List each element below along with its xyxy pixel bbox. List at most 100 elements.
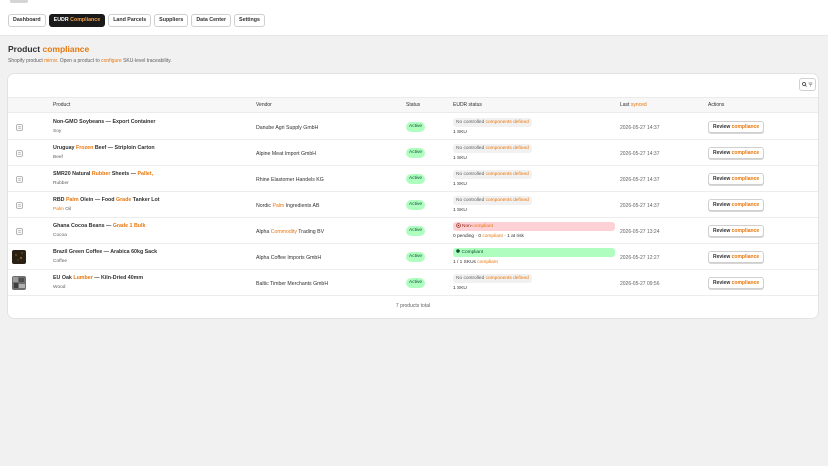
products-total: 7 products total	[395, 303, 431, 309]
check-dot-icon	[456, 249, 460, 253]
tab-dashboard[interactable]: Dashboard	[8, 14, 46, 27]
review-compliance-button[interactable]: Review compliance	[708, 251, 765, 263]
tab-suppliers[interactable]: Suppliers	[154, 14, 189, 27]
product-name[interactable]: Ghana Cocoa Beans — Grade 1 Bulk	[53, 223, 145, 229]
last-synced: 2026-05-27 14:37	[620, 151, 660, 157]
table-row[interactable]: Ghana Cocoa Beans — Grade 1 Bulk Cocoa A…	[8, 218, 818, 244]
table-row[interactable]: Brazil Green Coffee — Arabica 60kg Sack …	[8, 244, 818, 270]
review-compliance-button[interactable]: Review compliance	[708, 199, 765, 211]
product-image-coffee	[12, 250, 26, 264]
status-badge: Active	[406, 174, 426, 184]
product-name[interactable]: Non-GMO Soybeans — Export Container	[53, 119, 155, 125]
sku-count: 1 SKU	[453, 156, 467, 161]
category-highlight: Palm	[53, 207, 64, 212]
header-actions: Actions	[708, 102, 725, 108]
tab-settings[interactable]: Settings	[234, 14, 265, 27]
page-subtitle: Shopify product mirror. Open a product t…	[8, 58, 172, 64]
review-compliance-button[interactable]: Review compliance	[708, 225, 765, 237]
product-name[interactable]: EU Oak Lumber — Kiln-Dried 40mm	[53, 275, 143, 281]
product-image-lumber	[12, 276, 26, 290]
button-highlight: compliance	[731, 228, 760, 234]
tab-land-parcels[interactable]: Land Parcels	[108, 14, 152, 27]
button-text: Review	[713, 150, 732, 156]
subtitle-mirror: mirror	[44, 58, 57, 64]
pill-highlight: components defined	[485, 172, 529, 177]
eudr-status-pill: Non-compliant	[453, 222, 615, 231]
eudr-status-pill: No controlled components defined	[453, 144, 532, 153]
product-name-text: Uruguay	[53, 145, 76, 151]
subtitle-text: Shopify product	[8, 58, 45, 64]
table-row[interactable]: Non-GMO Soybeans — Export Container Soy …	[8, 114, 818, 140]
vendor-name: Rhine Elastomer Handels KG	[256, 177, 324, 183]
product-name-text: Sheets —	[110, 171, 138, 177]
product-name[interactable]: RBD Palm Olein — Food Grade Tanker Lot	[53, 197, 159, 203]
header-product[interactable]: Product	[53, 102, 70, 108]
page-title-highlight: compliance	[42, 44, 90, 54]
pill-text: No controlled	[456, 198, 486, 203]
header-status[interactable]: Status	[406, 102, 420, 108]
button-highlight: compliance	[731, 254, 760, 260]
product-name-text: Tanker Lot	[131, 197, 160, 203]
vendor-name: Alpine Meat Import GmbH	[256, 151, 316, 157]
table-row[interactable]: SMR20 Natural Rubber Sheets — Pallet, Ru…	[8, 166, 818, 192]
product-name-text: Non-GMO Soybeans — Export Container	[53, 119, 156, 125]
header-eudr-status[interactable]: EUDR status	[453, 102, 482, 108]
subtitle-text: SKU-level traceability.	[121, 58, 172, 64]
vendor-text: Trading BV	[296, 229, 325, 235]
last-synced: 2026-05-27 14:37	[620, 125, 660, 131]
last-synced: 2026-05-27 14:37	[620, 203, 660, 209]
product-name[interactable]: Brazil Green Coffee — Arabica 60kg Sack	[53, 249, 157, 255]
status-badge: Active	[406, 252, 426, 262]
summary-highlight: compliant	[482, 234, 503, 239]
product-name-text: SMR20 Natural	[53, 171, 92, 177]
table-row[interactable]: Uruguay Frozen Beef — Striploin Carton B…	[8, 140, 818, 166]
product-name-text: — Kiln-Dried 40mm	[92, 275, 144, 281]
status-badge: Active	[406, 148, 426, 158]
status-badge: Active	[406, 200, 426, 210]
review-compliance-button[interactable]: Review compliance	[708, 121, 765, 133]
table-row[interactable]: RBD Palm Olein — Food Grade Tanker Lot P…	[8, 192, 818, 218]
page-title-text: Product	[8, 44, 43, 54]
top-navigation: Dashboard EUDR Compliance Land Parcels S…	[0, 0, 828, 36]
tab-eudr-compliance[interactable]: EUDR Compliance	[48, 14, 106, 27]
vendor-name: Nordic Palm Ingredients AB	[256, 203, 319, 209]
last-synced: 2026-05-27 09:56	[620, 281, 660, 287]
product-name-highlight: Rubber	[91, 171, 111, 177]
button-text: Review	[713, 280, 732, 286]
button-text: Review	[713, 228, 732, 234]
tab-data-center[interactable]: Data Center	[191, 14, 232, 27]
table-header: Product Vendor Status EUDR status Last s…	[8, 97, 818, 113]
product-name-text: Beef — Striploin Carton	[93, 145, 155, 151]
vendor-highlight: Commodity	[270, 229, 297, 235]
button-highlight: compliance	[731, 202, 760, 208]
search-filter-button[interactable]	[799, 78, 816, 91]
header-last-synced[interactable]: Last synced	[620, 102, 647, 108]
product-name-text: Olein — Food	[78, 197, 116, 203]
table-row[interactable]: EU Oak Lumber — Kiln-Dried 40mm Wood Bal…	[8, 270, 818, 296]
review-compliance-button[interactable]: Review compliance	[708, 147, 765, 159]
product-name[interactable]: SMR20 Natural Rubber Sheets — Pallet,	[53, 171, 153, 177]
image-placeholder-icon	[12, 172, 26, 186]
vendor-highlight: Palm	[272, 203, 285, 209]
pill-text: Compliant	[461, 250, 484, 255]
review-compliance-button[interactable]: Review compliance	[708, 173, 765, 185]
eudr-status-pill: No controlled components defined	[453, 274, 532, 283]
product-category: Coffee	[53, 259, 68, 264]
product-category: Rubber	[53, 181, 69, 186]
product-name-highlight: Lumber	[73, 275, 93, 281]
review-compliance-button[interactable]: Review compliance	[708, 277, 765, 289]
search-icon	[802, 82, 807, 87]
summary-text: 1 / 1 SKUs	[453, 260, 478, 265]
pill-text: Non-	[462, 224, 473, 229]
sku-count: 1 SKU	[453, 286, 467, 291]
image-placeholder-icon	[12, 224, 26, 238]
button-highlight: compliance	[731, 176, 760, 182]
button-highlight: compliance	[731, 280, 760, 286]
eudr-status-pill: No controlled components defined	[453, 118, 532, 127]
header-vendor[interactable]: Vendor	[256, 102, 272, 108]
page-title: Product compliance	[8, 44, 89, 54]
product-name[interactable]: Uruguay Frozen Beef — Striploin Carton	[53, 145, 155, 151]
category-text: Oil	[63, 207, 72, 212]
pill-text: No controlled	[456, 146, 486, 151]
vendor-text: Nordic	[256, 203, 273, 209]
